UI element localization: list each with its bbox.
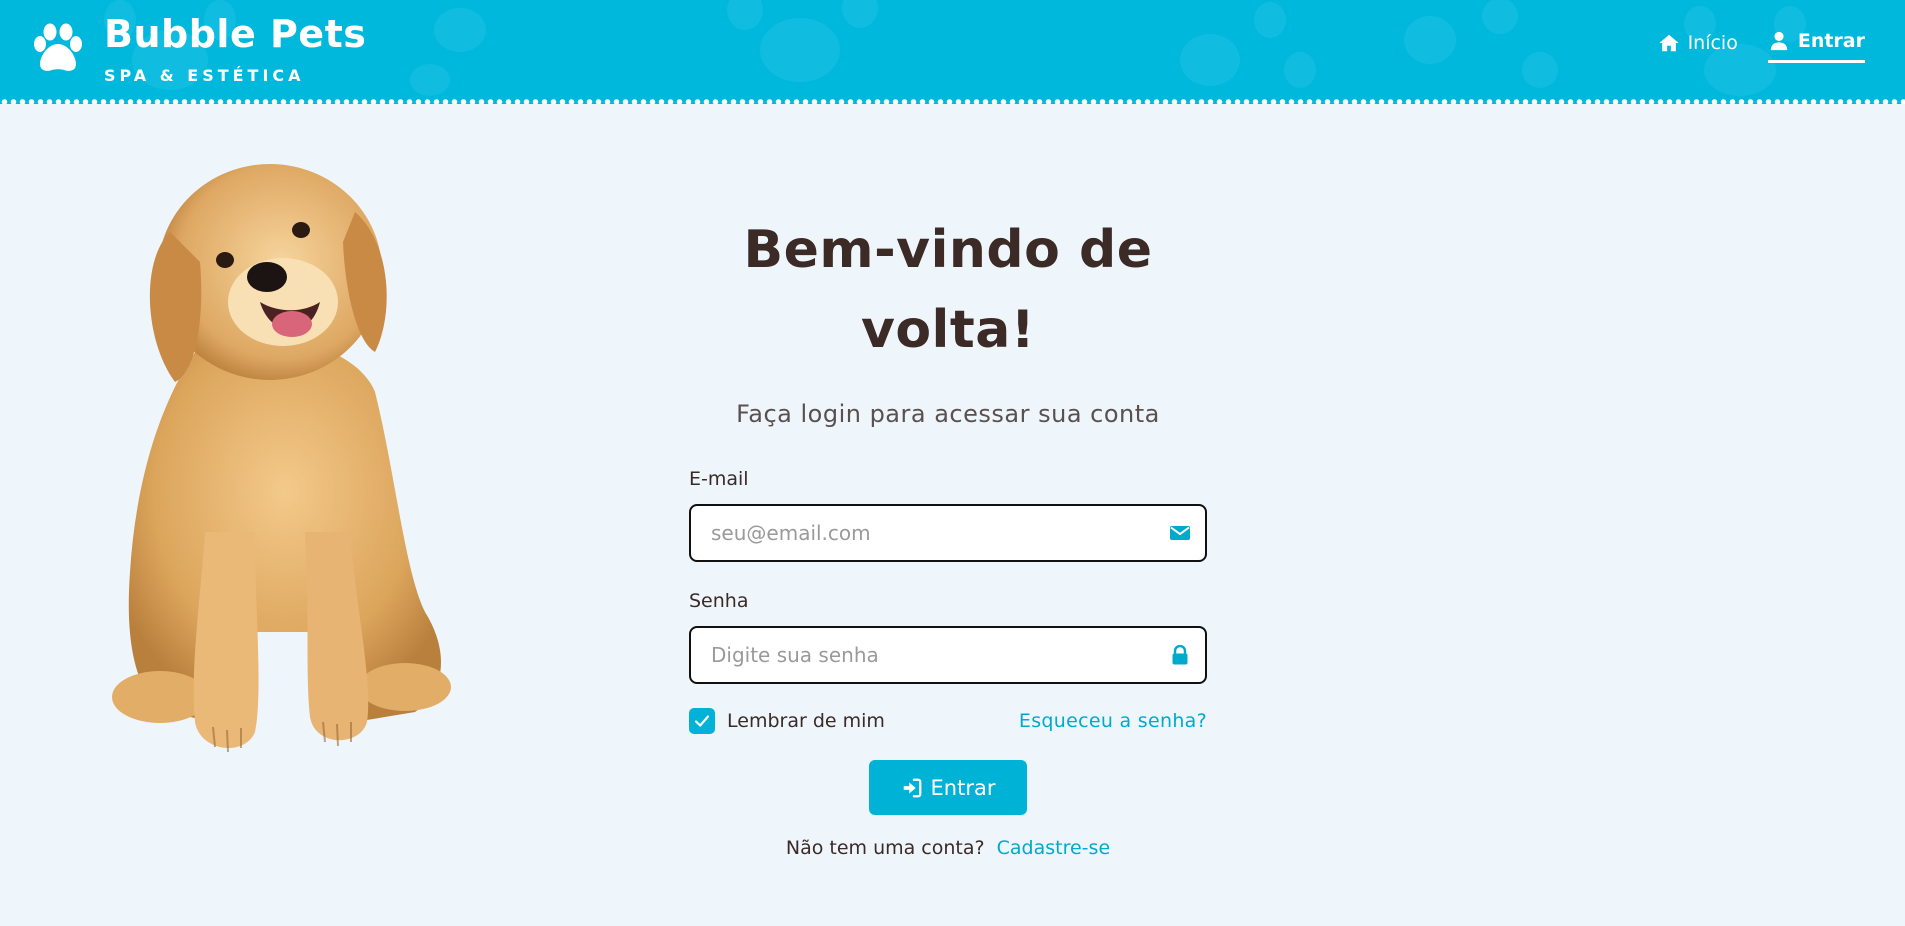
paw-icon: [34, 23, 82, 71]
site-header: Bubble Pets SPA & ESTÉTICA Início Entrar: [0, 0, 1905, 104]
brand-tagline: SPA & ESTÉTICA: [104, 66, 305, 85]
remember-checkbox[interactable]: [689, 708, 715, 734]
main-nav: Início Entrar: [1628, 30, 1865, 63]
check-icon: [694, 715, 710, 727]
login-form: Bem-vindo de volta! Faça login para aces…: [689, 210, 1207, 859]
login-button[interactable]: Entrar: [869, 760, 1027, 815]
remember-me[interactable]: Lembrar de mim: [689, 708, 885, 734]
brand[interactable]: Bubble Pets SPA & ESTÉTICA: [30, 12, 366, 85]
lock-icon: [1172, 645, 1188, 665]
nav-item-inicio[interactable]: Início: [1658, 32, 1738, 62]
password-field-container: [689, 626, 1207, 684]
home-icon: [1658, 34, 1679, 51]
email-field-container: [689, 504, 1207, 562]
sign-in-icon: [903, 778, 921, 797]
forgot-password-link[interactable]: Esqueceu a senha?: [1019, 710, 1207, 732]
no-account-text: Não tem uma conta?: [785, 837, 985, 859]
envelope-icon: [1170, 526, 1190, 540]
password-label: Senha: [689, 590, 749, 612]
page-title: Bem-vindo de volta!: [743, 220, 1153, 360]
login-button-label: Entrar: [930, 775, 996, 800]
signup-link[interactable]: Cadastre-se: [997, 837, 1111, 859]
user-icon: [1770, 31, 1788, 51]
brand-name: Bubble Pets: [104, 12, 367, 56]
page-subtitle: Faça login para acessar sua conta: [736, 400, 1160, 428]
email-label: E-mail: [689, 468, 749, 490]
signup-prompt: Não tem uma conta? Cadastre-se: [689, 837, 1207, 859]
login-options-row: Lembrar de mim Esqueceu a senha?: [689, 708, 1207, 734]
header-dotted-border: [0, 96, 1905, 104]
remember-label: Lembrar de mim: [727, 710, 885, 732]
nav-item-entrar[interactable]: Entrar: [1767, 30, 1865, 63]
nav-item-label: Início: [1687, 31, 1738, 54]
password-input[interactable]: [691, 628, 1151, 682]
email-input[interactable]: [691, 506, 1151, 560]
puppy-image: [112, 164, 451, 753]
nav-item-label: Entrar: [1797, 30, 1865, 52]
